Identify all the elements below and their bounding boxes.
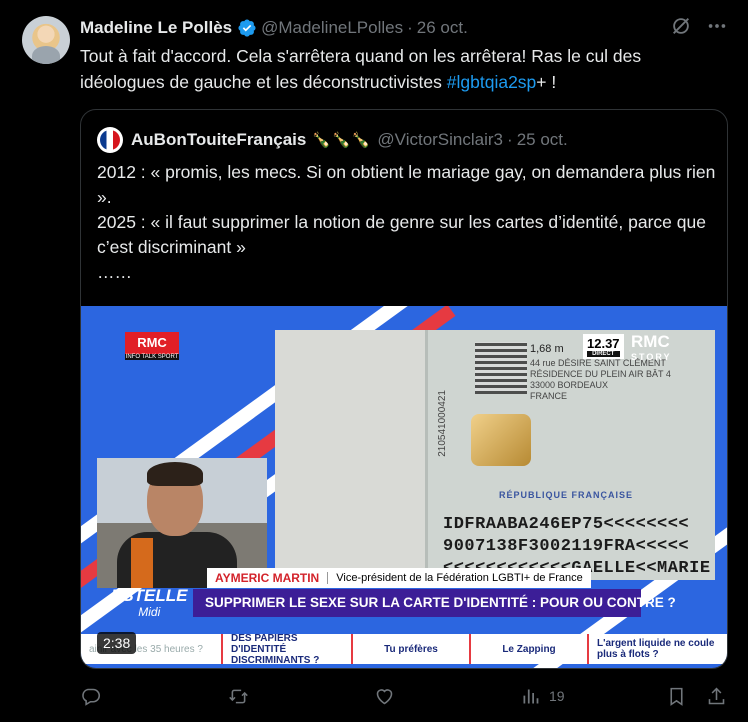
card-chip <box>471 414 531 466</box>
share-icon <box>708 687 725 704</box>
ticker-item: L'argent liquide ne coule plus à flots ? <box>597 638 715 660</box>
card-country: RÉPUBLIQUE FRANÇAISE <box>499 490 634 500</box>
quoted-text: 2012 : « promis, les mecs. Si on obtient… <box>97 160 717 285</box>
quoted-author-handle[interactable]: @VictorSinclair3 <box>377 130 503 150</box>
quoted-line-3: …… <box>97 262 132 282</box>
reply-icon <box>82 688 101 706</box>
reply-button[interactable] <box>80 683 101 709</box>
grok-icon[interactable] <box>670 15 692 37</box>
clock-live: DIRECT <box>587 351 620 357</box>
video-player[interactable]: 210541000421 1,68 m 44 rue DÉSIRÉ SAINT … <box>81 306 727 668</box>
views-button[interactable]: 19 <box>520 683 565 709</box>
broadcast-headline: SUPPRIMER LE SEXE SUR LA CARTE D'IDENTIT… <box>193 589 676 617</box>
card-address: 44 rue DÉSIRÉ SAINT CLÉMENT RÉSIDENCE DU… <box>530 358 671 401</box>
post-header: Madeline Le Pollès @MadelineLPolles · 26… <box>80 17 728 39</box>
quoted-author-name[interactable]: AuBonTouiteFrançais <box>131 130 306 150</box>
guest-name-bar: AYMERIC MARTIN Vice-président de la Fédé… <box>207 568 591 588</box>
views-icon <box>523 689 539 703</box>
share-button[interactable] <box>706 683 727 709</box>
author-handle[interactable]: @MadelineLPolles <box>261 18 403 38</box>
author-avatar[interactable] <box>22 16 70 64</box>
retweet-icon <box>229 689 248 703</box>
guest-role: Vice-président de la Fédération LGBTI+ d… <box>336 572 583 584</box>
separator-dot: · <box>407 18 413 37</box>
hashtag-link[interactable]: #lgbtqia2sp <box>447 72 537 92</box>
quoted-line-1: 2012 : « promis, les mecs. Si on obtient… <box>97 162 716 207</box>
ticker-item: DES PAPIERS D'IDENTITÉ DISCRIMINANTS ? <box>223 633 353 666</box>
broadcast-clock: 12.37 DIRECT <box>583 334 624 359</box>
action-bar: 19 <box>80 683 728 709</box>
quoted-post[interactable]: AuBonTouiteFrançais 🍾🍾🍾 @VictorSinclair3… <box>80 109 728 669</box>
post-date[interactable]: 26 oct. <box>417 18 468 38</box>
author-name[interactable]: Madeline Le Pollès <box>80 18 232 38</box>
guest-name: AYMERIC MARTIN <box>215 571 320 585</box>
bookmark-icon <box>670 687 683 706</box>
like-button[interactable] <box>374 683 395 709</box>
more-icon[interactable] <box>706 15 728 37</box>
quoted-separator-dot: · <box>507 130 513 149</box>
quoted-avatar[interactable] <box>97 127 123 153</box>
show-logo: ESTELLE Midi <box>111 586 188 620</box>
qr-code <box>475 342 527 394</box>
post-text-main: Tout à fait d'accord. Cela s'arrêtera qu… <box>80 46 642 92</box>
ticker-item: Le Zapping <box>471 634 589 664</box>
quoted-date[interactable]: 25 oct. <box>517 130 568 150</box>
verified-icon <box>238 19 256 37</box>
channel-sub: STORY <box>631 352 672 362</box>
card-number: 210541000421 <box>437 390 448 457</box>
bookmark-button[interactable] <box>666 683 687 709</box>
retweet-button[interactable] <box>228 683 249 709</box>
show-sub: Midi <box>138 605 161 619</box>
id-card-image: 210541000421 1,68 m 44 rue DÉSIRÉ SAINT … <box>275 330 715 580</box>
rmc-logo: RMC <box>125 332 179 354</box>
broadcast-ticker: ainir avec les 35 heures ? DES PAPIERS D… <box>81 633 727 666</box>
quoted-header: AuBonTouiteFrançais 🍾🍾🍾 @VictorSinclair3… <box>97 127 568 153</box>
video-duration: 2:38 <box>97 632 137 654</box>
guest-hair <box>147 462 203 486</box>
channel-logo: RMC STORY <box>631 332 672 362</box>
like-icon <box>376 688 393 704</box>
channel-name: RMC <box>631 332 670 351</box>
post-text: Tout à fait d'accord. Cela s'arrêtera qu… <box>80 43 720 95</box>
bottle-emojis: 🍾🍾🍾 <box>312 132 372 149</box>
views-count: 19 <box>549 688 565 704</box>
show-name: ESTELLE <box>111 586 188 605</box>
post-text-after: + ! <box>536 72 557 92</box>
name-bar-divider <box>327 572 329 584</box>
clock-time: 12.37 <box>587 336 620 351</box>
rmc-logo-sub: INFO TALK SPORT <box>125 354 179 360</box>
quoted-line-2: 2025 : « il faut supprimer la notion de … <box>97 212 706 257</box>
ticker-item: Tu préfères <box>353 634 471 664</box>
